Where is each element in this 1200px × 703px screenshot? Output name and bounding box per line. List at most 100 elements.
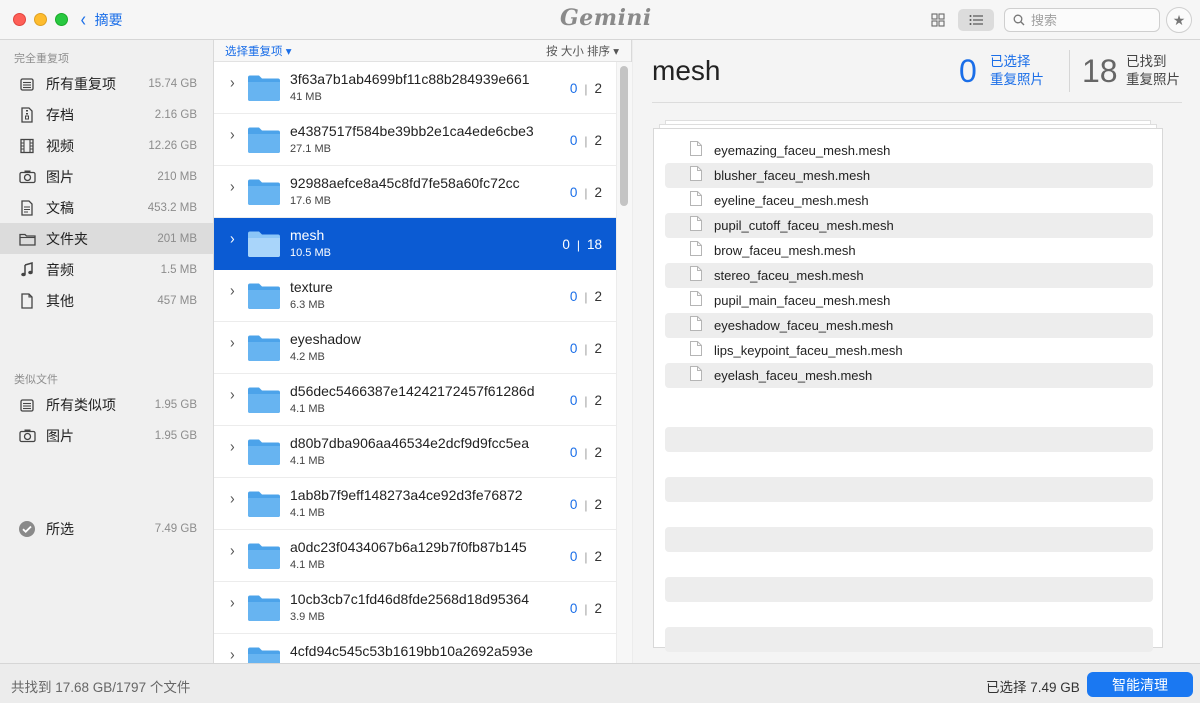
sidebar-item-label: 图片	[46, 427, 74, 444]
folder-row[interactable]: › eyeshadow 4.2 MB 0 | 2	[214, 322, 616, 374]
folder-name: a0dc23f0434067b6a129b7f0fb87b145	[290, 539, 527, 555]
sidebar-item-label: 其他	[46, 292, 74, 309]
file-icon	[665, 140, 714, 161]
list-view-button[interactable]	[958, 9, 994, 31]
back-button[interactable]: ‹ 摘要	[80, 9, 123, 31]
folder-row[interactable]: › a0dc23f0434067b6a129b7f0fb87b145 4.1 MB 0…	[214, 530, 616, 582]
disclosure-chevron-icon[interactable]: ›	[230, 385, 235, 403]
sort-by-size-dropdown[interactable]: 按 大小 排序 ▾	[546, 43, 619, 59]
smart-clean-button[interactable]: 智能清理	[1087, 672, 1193, 697]
folder-icon	[247, 230, 281, 258]
chevron-left-icon: ‹	[80, 9, 87, 31]
sidebar-item-similar-1[interactable]: 图片 1.95 GB	[0, 420, 213, 451]
close-window-button[interactable]	[13, 13, 26, 26]
file-name: eyeshadow_faceu_mesh.mesh	[714, 318, 894, 333]
sidebar-item-duplicate-4[interactable]: 文稿 453.2 MB	[0, 192, 213, 223]
disclosure-chevron-icon[interactable]: ›	[230, 645, 235, 663]
disclosure-chevron-icon[interactable]: ›	[230, 229, 235, 247]
selected-summary: 已选择 7.49 GB	[986, 680, 1080, 695]
sidebar-item-duplicate-7[interactable]: 其他 457 MB	[0, 285, 213, 316]
file-row[interactable]: lips_keypoint_faceu_mesh.mesh	[665, 338, 1153, 363]
file-row[interactable]: stereo_faceu_mesh.mesh	[665, 263, 1153, 288]
folder-name: 3f63a7b1ab4699bf11c88b284939e661	[290, 71, 530, 87]
total-duplicate-count: 2	[594, 549, 602, 564]
detail-title: mesh	[652, 55, 721, 86]
duplicate-count: 0 | 2	[570, 133, 602, 148]
sidebar-item-size: 457 MB	[157, 294, 197, 307]
duplicate-count: 0 | 2	[570, 81, 602, 96]
file-name: eyemazing_faceu_mesh.mesh	[714, 143, 891, 158]
duplicate-count: 0 | 2	[570, 341, 602, 356]
sidebar-item-label: 所有类似项	[46, 396, 116, 413]
folder-row[interactable]: › d56dec5466387e14242172457f61286d 4.1 MB 0…	[214, 374, 616, 426]
disclosure-chevron-icon[interactable]: ›	[230, 281, 235, 299]
file-row[interactable]: eyeshadow_faceu_mesh.mesh	[665, 313, 1153, 338]
file-name: lips_keypoint_faceu_mesh.mesh	[714, 343, 903, 358]
title-bar: ‹ 摘要 Gemini ★	[0, 0, 1200, 40]
disclosure-chevron-icon[interactable]: ›	[230, 73, 235, 91]
folder-row[interactable]: › 4cfd94c545c53b1619bb10a2692a593e	[214, 634, 616, 663]
file-row[interactable]: eyemazing_faceu_mesh.mesh	[665, 138, 1153, 163]
scrollbar-thumb[interactable]	[620, 66, 628, 206]
sidebar-item-duplicate-6[interactable]: 音频 1.5 MB	[0, 254, 213, 285]
grid-view-button[interactable]	[920, 9, 956, 31]
music-note-icon	[18, 261, 36, 279]
sidebar-item-duplicate-0[interactable]: 所有重复项 15.74 GB	[0, 68, 213, 99]
folder-size: 41 MB	[290, 91, 322, 103]
empty-row	[665, 627, 1153, 652]
folder-row[interactable]: › e4387517f584be39bb2e1ca4ede6cbe3 27.1 MB…	[214, 114, 616, 166]
sidebar-item-selected-0[interactable]: 所选 7.49 GB	[0, 513, 213, 544]
file-row[interactable]: eyeline_faceu_mesh.mesh	[665, 188, 1153, 213]
disclosure-chevron-icon[interactable]: ›	[230, 489, 235, 507]
count-separator: |	[584, 341, 588, 356]
favorites-button[interactable]: ★	[1166, 7, 1192, 33]
duplicate-count: 0 | 2	[570, 289, 602, 304]
disclosure-chevron-icon[interactable]: ›	[230, 333, 235, 351]
folder-row[interactable]: › 10cb3cb7c1fd46d8fde2568d18d95364 3.9 MB 0…	[214, 582, 616, 634]
disclosure-chevron-icon[interactable]: ›	[230, 437, 235, 455]
sidebar-item-duplicate-3[interactable]: 图片 210 MB	[0, 161, 213, 192]
folder-row[interactable]: › d80b7dba906aa46534e2dcf9d9fcc5ea 4.1 MB 0…	[214, 426, 616, 478]
folder-row[interactable]: › 3f63a7b1ab4699bf11c88b284939e661 41 MB 0 |…	[214, 62, 616, 114]
back-label: 摘要	[94, 12, 123, 28]
search-field[interactable]	[1004, 8, 1160, 32]
file-row[interactable]: pupil_main_faceu_mesh.mesh	[665, 288, 1153, 313]
camera-icon	[18, 168, 36, 186]
disclosure-chevron-icon[interactable]: ›	[230, 593, 235, 611]
disclosure-chevron-icon[interactable]: ›	[230, 177, 235, 195]
folder-size: 4.1 MB	[290, 403, 325, 415]
folder-row[interactable]: › 92988aefce8a45c8fd7fe58a60fc72cc 17.6 MB…	[214, 166, 616, 218]
found-summary: 共找到 17.68 GB/1797 个文件	[11, 680, 191, 695]
disclosure-chevron-icon[interactable]: ›	[230, 125, 235, 143]
folder-size: 4.1 MB	[290, 559, 325, 571]
file-row[interactable]: blusher_faceu_mesh.mesh	[665, 163, 1153, 188]
file-row[interactable]: eyelash_faceu_mesh.mesh	[665, 363, 1153, 388]
file-row[interactable]: pupil_cutoff_faceu_mesh.mesh	[665, 213, 1153, 238]
file-name: brow_faceu_mesh.mesh	[714, 243, 856, 258]
sidebar-item-size: 2.16 GB	[154, 108, 197, 121]
disclosure-chevron-icon[interactable]: ›	[230, 541, 235, 559]
total-duplicate-count: 2	[594, 289, 602, 304]
sidebar-item-duplicate-2[interactable]: 视频 12.26 GB	[0, 130, 213, 161]
maximize-window-button[interactable]	[55, 13, 68, 26]
sidebar-item-duplicate-1[interactable]: 存档 2.16 GB	[0, 99, 213, 130]
folder-icon	[247, 126, 281, 154]
file-icon	[665, 165, 714, 186]
selected-duplicate-count: 0	[569, 289, 578, 304]
camera-icon	[18, 427, 36, 445]
file-name: pupil_cutoff_faceu_mesh.mesh	[714, 218, 894, 233]
total-duplicate-count: 2	[594, 81, 602, 96]
total-duplicate-count: 2	[594, 497, 602, 512]
folder-row[interactable]: › texture 6.3 MB 0 | 2	[214, 270, 616, 322]
folder-row[interactable]: › mesh 10.5 MB 0 | 18	[214, 218, 616, 270]
document-icon	[18, 199, 36, 217]
select-duplicates-dropdown[interactable]: 选择重复项 ▾	[225, 43, 291, 59]
file-row[interactable]: brow_faceu_mesh.mesh	[665, 238, 1153, 263]
folder-row[interactable]: › 1ab8b7f9eff148273a4ce92d3fe76872 4.1 MB 0…	[214, 478, 616, 530]
minimize-window-button[interactable]	[34, 13, 47, 26]
search-input[interactable]	[1031, 12, 1151, 28]
sidebar-item-size: 201 MB	[157, 232, 197, 245]
file-icon	[665, 265, 714, 286]
sidebar-item-duplicate-5[interactable]: 文件夹 201 MB	[0, 223, 213, 254]
sidebar-item-similar-0[interactable]: 所有类似项 1.95 GB	[0, 389, 213, 420]
